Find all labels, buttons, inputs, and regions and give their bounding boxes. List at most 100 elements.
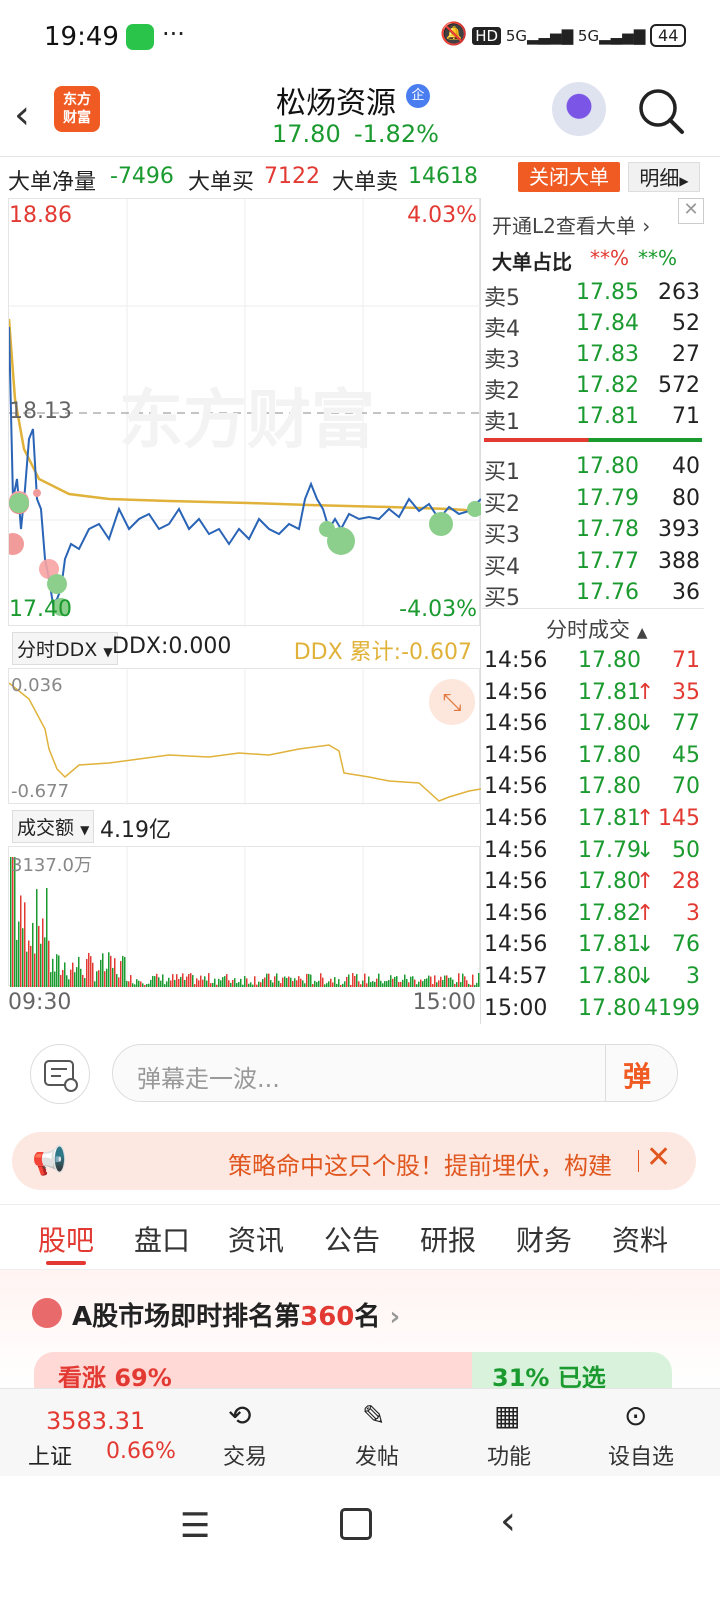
home-icon[interactable] [340,1508,372,1540]
chart-panel[interactable]: 东方财富 18.86 4.03% 18.13 17.40 -4.03% 分时DD… [8,198,481,1024]
rank-section[interactable]: A股市场即时排名第360名 › 看涨 69% 31% 已选 [0,1270,720,1392]
trade-time: 14:56 [484,679,548,705]
volume-bar [386,981,388,987]
danmu-settings-icon[interactable] [30,1044,90,1104]
promo-banner[interactable]: 📢 策略命中这只个股！提前埋伏，构建 ✕ [12,1132,696,1190]
tab-news[interactable]: 资讯 [228,1219,284,1259]
divider [605,1045,606,1101]
tab-profile[interactable]: 资料 [612,1219,668,1259]
volume-bar [328,981,330,987]
trade-price: 17.81 [578,679,641,705]
signal-dot[interactable] [429,512,453,536]
danmu-placeholder: 弹幕走一波... [137,1065,280,1093]
trade-volume: 50 [672,837,700,863]
volume-bar [102,953,104,987]
volume-bar [280,983,282,987]
detail-button[interactable]: 明细▶ [628,162,700,192]
system-status-icons: 🔕 HD 5G▂▃▅▇ 5G▂▃▅▇ 44 [440,22,687,47]
signal-dot[interactable] [47,574,67,594]
tab-research[interactable]: 研报 [420,1219,476,1259]
volume-bar [194,984,196,987]
tab-pankou[interactable]: 盘口 [134,1219,190,1259]
volume-bar [56,954,58,987]
ddx-chart-svg [9,669,481,805]
intraday-price-chart[interactable]: 东方财富 18.86 4.03% 18.13 17.40 -4.03% [8,198,481,627]
volume-bar [24,902,26,987]
trade-volume: 76 [672,932,700,958]
trade-yen-icon: ⟲ [228,1399,252,1432]
bull-vote[interactable]: 看涨 69% [34,1352,474,1392]
trade-row: 14:56 17.81 ↑ 145 [482,806,704,836]
ddx-selector[interactable]: 分时DDX ▼ [12,632,118,665]
signal-dot[interactable] [319,521,335,537]
volume-bar [144,984,146,987]
close-icon[interactable]: ✕ [678,198,704,224]
trade-time: 14:56 [484,711,548,737]
volume-bar [34,953,36,987]
ddx-value: DDX:0.000 [112,634,232,659]
volume-bar [22,928,24,987]
expand-icon[interactable]: ⤡ [429,679,475,725]
volume-bar [464,976,466,987]
back-button[interactable]: ‹ [14,92,30,138]
function-grid-icon: ▦ [494,1399,521,1432]
volume-chart[interactable]: 3137.0万 [8,846,480,987]
level-label: 卖1 [484,410,520,435]
search-icon[interactable] [636,86,686,136]
volume-bar [276,973,278,987]
volume-bar [466,980,468,987]
wechat-icon [126,24,154,50]
menu-icon[interactable]: ☰ [180,1506,210,1546]
trade-row: 14:57 17.80 ↓ 3 [482,964,704,994]
index-change[interactable]: 0.66% [106,1439,176,1464]
ddx-bottom-label: -0.677 [11,781,70,802]
signal-dot[interactable] [9,493,29,513]
ai-assistant-icon[interactable] [552,82,606,136]
volume-bar [70,969,72,987]
index-name[interactable]: 上证 [28,1439,72,1471]
volume-bar [76,967,78,987]
tab-guba[interactable]: 股吧 [38,1219,94,1259]
volume-bar [298,976,300,987]
tab-finance[interactable]: 财务 [516,1219,572,1259]
volume-bar [322,977,324,987]
close-icon[interactable]: ✕ [646,1140,671,1175]
section-tabs: 股吧 盘口 资讯 公告 研报 财务 资料 [0,1204,720,1270]
add-watchlist-button[interactable]: 设自选 [596,1439,686,1471]
volume-bar [444,975,446,987]
post-button[interactable]: 发帖 [332,1439,422,1471]
danmu-input[interactable]: 弹幕走一波... 弹 [112,1044,678,1102]
close-big-order-button[interactable]: 关闭大单 [518,162,620,192]
dropdown-icon: ▼ [80,823,90,837]
volume-bar [86,959,88,987]
volume-bar [422,981,424,987]
volume-bar [154,976,156,987]
function-button[interactable]: 功能 [464,1439,554,1471]
signal-dot[interactable] [33,489,41,497]
volume-bar [326,983,328,987]
trade-price: 17.79 [578,837,641,863]
buy-level: 买4 17.77 388 [482,549,704,580]
bear-vote[interactable]: 31% 已选 [472,1352,672,1392]
volume-bar [156,973,158,987]
trades-title[interactable]: 分时成交 ▲ [546,614,647,644]
signal-dot[interactable] [9,533,24,555]
trade-button[interactable]: 交易 [200,1439,290,1471]
volume-selector[interactable]: 成交额 ▼ [12,810,95,843]
index-value[interactable]: 3583.31 [46,1407,145,1435]
volume-bar [132,983,134,987]
danmu-send-button[interactable]: 弹 [623,1055,651,1095]
volume-bar [204,976,206,987]
l2-link[interactable]: 开通L2查看大单 › [492,210,650,239]
tab-announcement[interactable]: 公告 [324,1219,380,1259]
volume-bar [72,962,74,987]
volume-bar [96,971,98,987]
volume-bar [186,976,188,987]
back-nav-icon[interactable]: ‹ [500,1498,516,1544]
signal-dot[interactable] [467,501,481,517]
volume-value: 4.19亿 [100,818,171,843]
ddx-chart[interactable]: ⤡ 0.036 -0.677 [8,668,481,805]
mute-bell-icon: 🔕 [440,22,468,47]
trade-row: 14:56 17.80 71 [482,648,704,678]
volume-bar [92,962,94,987]
